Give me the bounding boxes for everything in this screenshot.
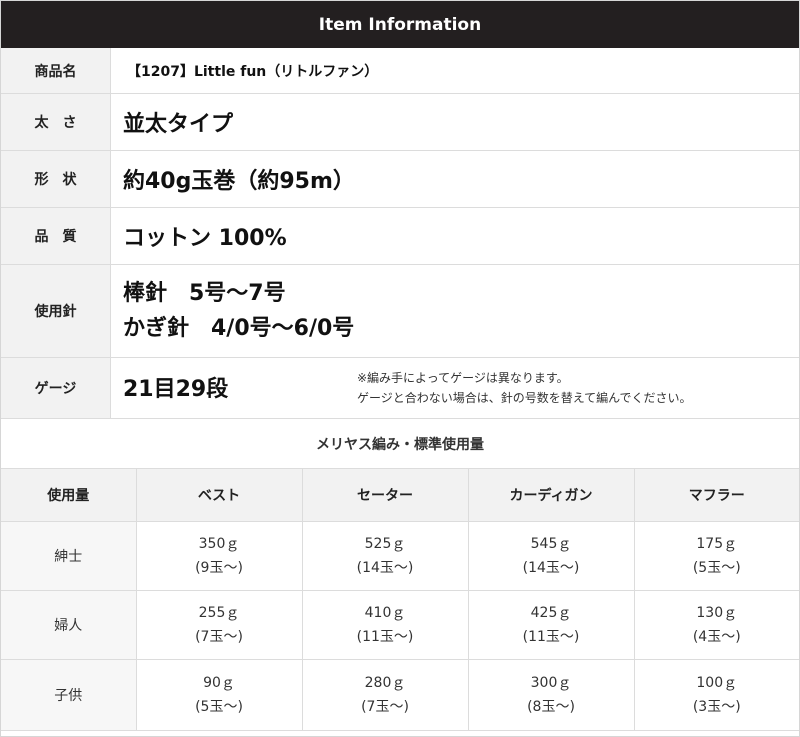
item-information-panel: Item Information 商品名 【1207】Little fun（リト…: [0, 0, 800, 737]
cell-balls: (9玉～): [195, 559, 243, 576]
cell-amount: 300ｇ: [530, 674, 572, 691]
product-name-label: 商品名: [1, 48, 111, 93]
row-label-women: 婦人: [1, 589, 137, 660]
table-cell: 280ｇ (7玉～): [301, 658, 469, 731]
usage-title: メリヤス編み・標準使用量: [1, 419, 799, 469]
cell-balls: (14玉～): [522, 559, 580, 576]
needle-line-crochet: かぎ針 4/0号～6/0号: [123, 316, 355, 341]
gauge-value-cell: 21目29段 ※編み手によってゲージは異なります。 ゲージと合わない場合は、針の…: [111, 358, 799, 418]
quality-value: コットン 100%: [123, 226, 287, 251]
table-cell: 175ｇ (5玉～): [633, 520, 799, 591]
header-sweater: セーター: [301, 469, 469, 522]
product-name-value: 【1207】Little fun（リトルファン）: [127, 63, 379, 80]
cell-balls: (4玉～): [692, 628, 741, 645]
table-row: 婦人 255ｇ (7玉～) 410ｇ (11玉～) 425ｇ (11玉～) 130ｇ (…: [1, 589, 799, 660]
cell-amount: 410ｇ: [364, 604, 406, 621]
info-row-needle: 使用針 棒針 5号～7号 かぎ針 4/0号～6/0号: [1, 265, 799, 358]
table-cell: 525ｇ (14玉～): [301, 520, 469, 591]
cell-balls: (11玉～): [356, 628, 414, 645]
gauge-label: ゲージ: [1, 358, 111, 418]
table-row: 子供 90ｇ (5玉～) 280ｇ (7玉～) 300ｇ (8玉～) 100ｇ (3玉～…: [1, 658, 799, 731]
cell-amount: 545ｇ: [530, 535, 572, 552]
thickness-label: 太 さ: [1, 94, 111, 150]
needle-label: 使用針: [1, 265, 111, 357]
cell-amount: 280ｇ: [364, 674, 406, 691]
header-muffler: マフラー: [633, 469, 799, 522]
cell-balls: (3玉～): [692, 698, 741, 715]
info-row-quality: 品 質 コットン 100%: [1, 208, 799, 265]
cell-amount: 255ｇ: [198, 604, 240, 621]
cell-amount: 100ｇ: [696, 674, 738, 691]
info-row-thickness: 太 さ 並太タイプ: [1, 94, 799, 151]
cell-balls: (11玉～): [522, 628, 580, 645]
row-label-men: 紳士: [1, 520, 137, 591]
info-row-product-name: 商品名 【1207】Little fun（リトルファン）: [1, 48, 799, 94]
table-cell: 350ｇ (9玉～): [135, 520, 303, 591]
shape-label: 形 状: [1, 151, 111, 207]
cell-balls: (5玉～): [692, 559, 741, 576]
cell-balls: (5玉～): [195, 698, 243, 715]
thickness-value: 並太タイプ: [123, 112, 234, 137]
cell-amount: 175ｇ: [696, 535, 738, 552]
row-label-children: 子供: [1, 658, 137, 731]
table-row: 紳士 350ｇ (9玉～) 525ｇ (14玉～) 545ｇ (14玉～) 175ｇ (…: [1, 520, 799, 591]
header-usage: 使用量: [1, 469, 137, 522]
gauge-note-line-1: ※編み手によってゲージは異なります。: [357, 371, 569, 385]
cell-amount: 130ｇ: [696, 604, 738, 621]
info-row-gauge: ゲージ 21目29段 ※編み手によってゲージは異なります。 ゲージと合わない場合…: [1, 358, 799, 419]
cell-amount: 350ｇ: [198, 535, 240, 552]
header-title: Item Information: [1, 1, 799, 48]
gauge-value: 21目29段: [123, 377, 229, 402]
usage-table: 使用量 ベスト セーター カーディガン マフラー 紳士 350ｇ (9玉～) 52…: [1, 469, 799, 731]
table-cell: 425ｇ (11玉～): [467, 589, 635, 660]
cell-balls: (8玉～): [527, 698, 575, 715]
quality-label: 品 質: [1, 208, 111, 264]
gauge-note: ※編み手によってゲージは異なります。 ゲージと合わない場合は、針の号数を替えて編…: [357, 368, 692, 408]
info-row-shape: 形 状 約40g玉巻（約95m）: [1, 151, 799, 208]
cell-balls: (14玉～): [356, 559, 414, 576]
table-cell: 545ｇ (14玉～): [467, 520, 635, 591]
cell-amount: 90ｇ: [203, 674, 235, 691]
usage-header-row: 使用量 ベスト セーター カーディガン マフラー: [1, 469, 799, 522]
table-cell: 410ｇ (11玉～): [301, 589, 469, 660]
header-cardigan: カーディガン: [467, 469, 635, 522]
table-cell: 90ｇ (5玉～): [135, 658, 303, 731]
needle-line-knitting: 棒針 5号～7号: [123, 281, 286, 306]
needle-value: 棒針 5号～7号 かぎ針 4/0号～6/0号: [111, 265, 799, 357]
cell-amount: 525ｇ: [364, 535, 406, 552]
cell-balls: (7玉～): [361, 698, 409, 715]
table-cell: 130ｇ (4玉～): [633, 589, 799, 660]
table-cell: 255ｇ (7玉～): [135, 589, 303, 660]
header-vest: ベスト: [135, 469, 303, 522]
cell-balls: (7玉～): [195, 628, 243, 645]
table-cell: 100ｇ (3玉～): [633, 658, 799, 731]
cell-amount: 425ｇ: [530, 604, 572, 621]
gauge-note-line-2: ゲージと合わない場合は、針の号数を替えて編んでください。: [357, 391, 692, 405]
table-cell: 300ｇ (8玉～): [467, 658, 635, 731]
shape-value: 約40g玉巻（約95m）: [123, 169, 355, 194]
